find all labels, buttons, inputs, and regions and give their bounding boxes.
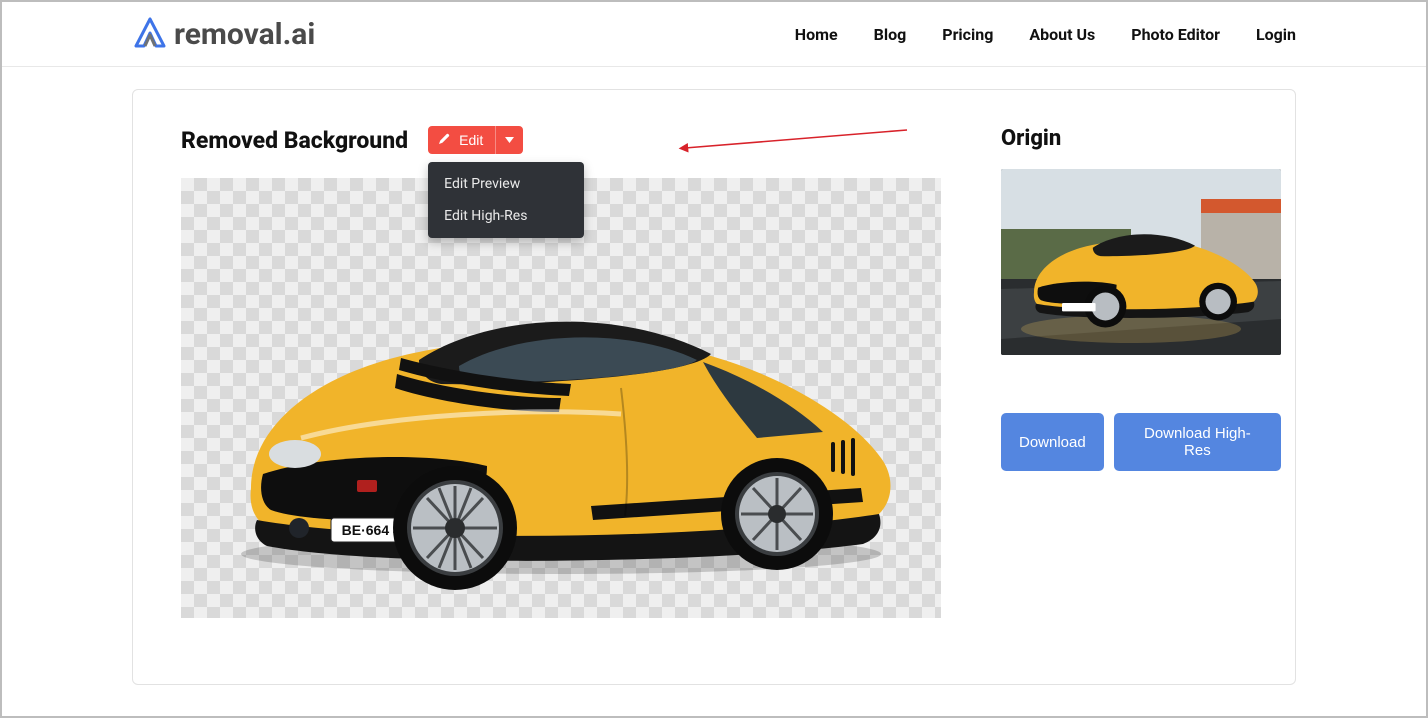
download-highres-button[interactable]: Download High-Res	[1114, 413, 1281, 471]
result-card: Removed Background Edit Edit Preview Edi…	[132, 89, 1296, 685]
site-header: removal.ai Home Blog Pricing About Us Ph…	[2, 2, 1426, 67]
download-button[interactable]: Download	[1001, 413, 1104, 471]
edit-button-label: Edit	[459, 132, 483, 148]
edit-button-group: Edit Edit Preview Edit High-Res	[428, 126, 523, 154]
origin-thumbnail[interactable]	[1001, 169, 1281, 355]
removed-background-panel: Removed Background Edit Edit Preview Edi…	[181, 126, 941, 648]
pencil-icon	[438, 132, 451, 148]
nav-about[interactable]: About Us	[1029, 25, 1095, 44]
dropdown-edit-highres[interactable]: Edit High-Res	[428, 200, 584, 232]
car-cutout-image: PERFORMANCE BE·664 462	[191, 238, 931, 598]
caret-down-icon	[504, 133, 515, 148]
brand-name: removal.ai	[174, 17, 315, 52]
removed-background-preview: PERFORMANCE BE·664 462	[181, 178, 941, 618]
brand-logo-mark-icon	[132, 16, 168, 52]
main-nav: Home Blog Pricing About Us Photo Editor …	[795, 25, 1296, 44]
nav-pricing[interactable]: Pricing	[942, 25, 993, 44]
removed-background-title: Removed Background	[181, 127, 408, 154]
edit-dropdown-menu: Edit Preview Edit High-Res	[428, 162, 584, 238]
edit-button[interactable]: Edit	[428, 126, 495, 154]
left-header: Removed Background Edit Edit Preview Edi…	[181, 126, 941, 154]
brand-logo[interactable]: removal.ai	[132, 16, 315, 52]
edit-dropdown-toggle[interactable]	[495, 126, 523, 154]
origin-title: Origin	[1001, 126, 1281, 151]
nav-blog[interactable]: Blog	[874, 25, 907, 44]
download-buttons: Download Download High-Res	[1001, 413, 1281, 471]
nav-home[interactable]: Home	[795, 25, 838, 44]
origin-panel: Origin	[1001, 126, 1281, 648]
nav-photo-editor[interactable]: Photo Editor	[1131, 25, 1220, 44]
nav-login[interactable]: Login	[1256, 25, 1296, 44]
dropdown-edit-preview[interactable]: Edit Preview	[428, 168, 584, 200]
